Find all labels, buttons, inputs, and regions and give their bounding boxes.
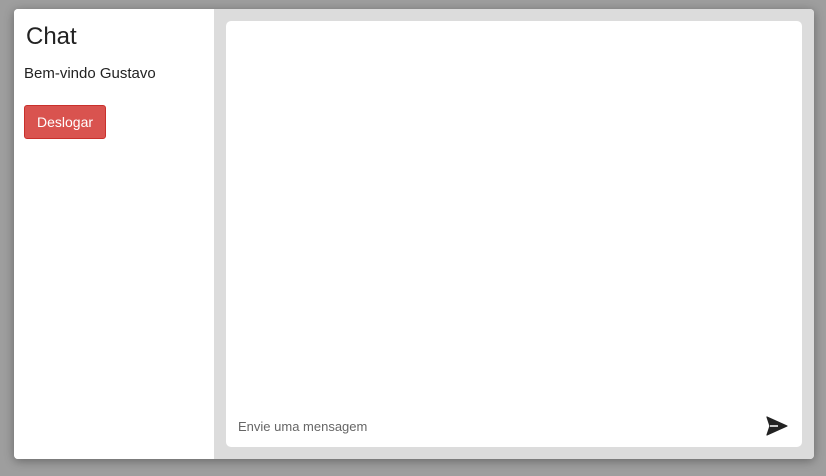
sidebar: Chat Bem-vindo Gustavo Deslogar [14, 9, 214, 459]
message-list [226, 21, 802, 405]
message-composer [226, 405, 802, 447]
chat-area [214, 9, 814, 459]
app-title: Chat [26, 23, 77, 50]
send-icon [766, 416, 788, 436]
send-button[interactable] [764, 413, 790, 439]
welcome-message: Bem-vindo Gustavo [24, 65, 156, 82]
message-input[interactable] [238, 418, 764, 434]
app-window: Chat Bem-vindo Gustavo Deslogar [14, 9, 814, 459]
logout-button[interactable]: Deslogar [24, 105, 107, 139]
chat-panel [226, 21, 802, 447]
